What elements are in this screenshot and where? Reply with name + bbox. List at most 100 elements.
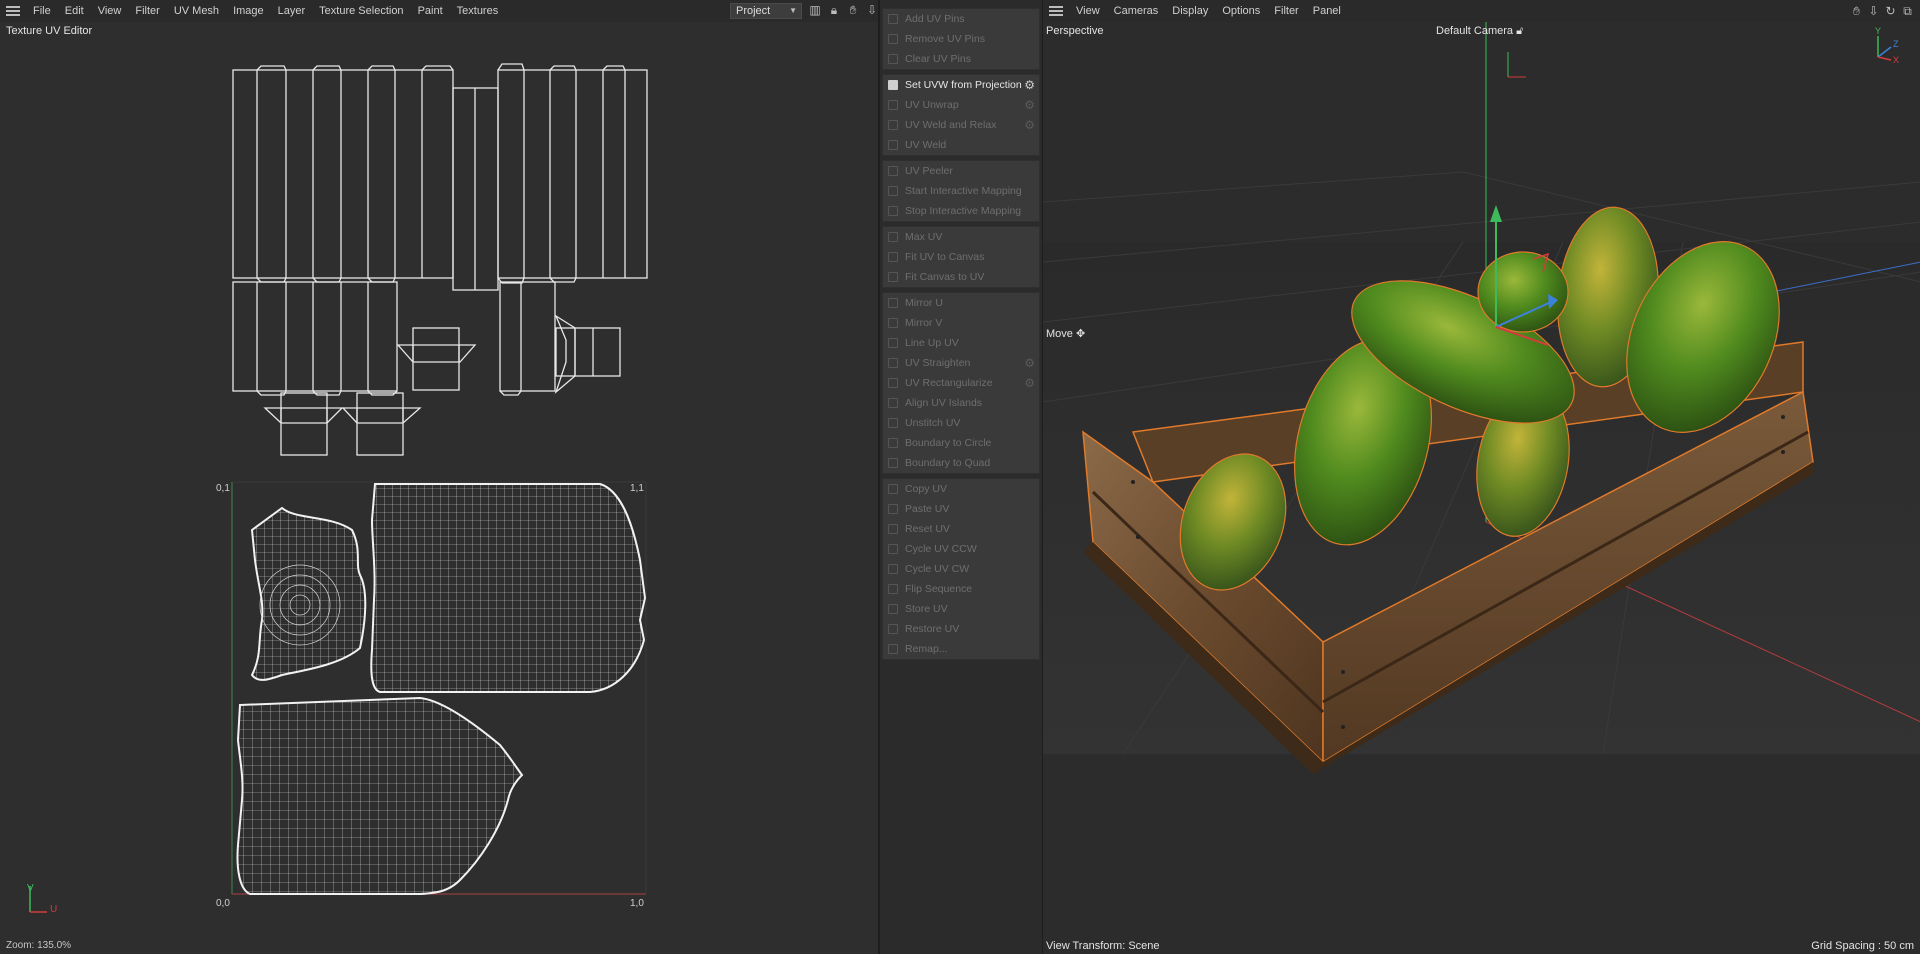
command-start-interactive-mapping-button[interactable]: Start Interactive Mapping [883, 181, 1039, 201]
command-label: Add UV Pins [905, 13, 965, 25]
command-uv-rectangularize-button[interactable]: UV Rectangularize ⚙ [883, 373, 1039, 393]
command-group: Max UV Fit UV to Canvas Fit Canvas to UV [882, 226, 1040, 288]
command-copy-uv-button[interactable]: Copy UV [883, 479, 1039, 499]
panel-divider[interactable] [878, 0, 880, 954]
uv-editor-panel: File Edit View Filter UV Mesh Image Laye… [0, 0, 880, 954]
command-uv-weld-button[interactable]: UV Weld [883, 135, 1039, 155]
command-label: Store UV [905, 603, 948, 615]
command-boundary-to-quad-button[interactable]: Boundary to Quad [883, 453, 1039, 473]
command-label: UV Peeler [905, 165, 953, 177]
uv-commands-panel: Add UV Pins Remove UV Pins Clear UV Pins Se… [882, 8, 1040, 664]
command-stop-interactive-mapping-button[interactable]: Stop Interactive Mapping [883, 201, 1039, 221]
command-mirror-u-button[interactable]: Mirror U [883, 293, 1039, 313]
quad-icon [888, 458, 898, 468]
command-label: Line Up UV [905, 337, 959, 349]
command-uv-straighten-button[interactable]: UV Straighten ⚙ [883, 353, 1039, 373]
command-remove-uv-pins-button[interactable]: Remove UV Pins [883, 29, 1039, 49]
command-label: Copy UV [905, 483, 948, 495]
projection-icon [888, 80, 898, 90]
command-fit-canvas-to-uv-button[interactable]: Fit Canvas to UV [883, 267, 1039, 287]
view-transform: View Transform: Scene [1046, 940, 1160, 952]
menu-cameras[interactable]: Cameras [1107, 0, 1166, 22]
command-clear-uv-pins-button[interactable]: Clear UV Pins [883, 49, 1039, 69]
command-line-up-uv-button[interactable]: Line Up UV [883, 333, 1039, 353]
command-remap-button[interactable]: Remap... [883, 639, 1039, 659]
straighten-icon [888, 358, 898, 368]
3d-scene[interactable]: Y Z X [1043, 22, 1920, 954]
view-name[interactable]: Perspective [1046, 25, 1103, 37]
peeler-icon [888, 166, 898, 176]
command-label: Start Interactive Mapping [905, 185, 1022, 197]
pin-remove-icon [888, 34, 898, 44]
gear-icon[interactable]: ⚙ [1024, 95, 1035, 115]
papaya-uv-islands [236, 483, 647, 895]
rotate-icon[interactable]: ↻ [1884, 4, 1897, 18]
gear-icon[interactable]: ⚙ [1024, 373, 1035, 393]
paste-icon [888, 504, 898, 514]
command-uv-peeler-button[interactable]: UV Peeler [883, 161, 1039, 181]
circle-icon [888, 438, 898, 448]
command-fit-uv-to-canvas-button[interactable]: Fit UV to Canvas [883, 247, 1039, 267]
hamburger-menu-icon[interactable] [1049, 6, 1063, 16]
command-flip-sequence-button[interactable]: Flip Sequence [883, 579, 1039, 599]
command-label: Fit UV to Canvas [905, 251, 985, 263]
corner-label-top-left: 0,1 [216, 483, 230, 494]
command-unstitch-uv-button[interactable]: Unstitch UV [883, 413, 1039, 433]
command-cycle-uv-ccw-button[interactable]: Cycle UV CCW [883, 539, 1039, 559]
command-label: Set UVW from Projection [905, 79, 1022, 91]
command-add-uv-pins-button[interactable]: Add UV Pins [883, 9, 1039, 29]
command-cycle-uv-cw-button[interactable]: Cycle UV CW [883, 559, 1039, 579]
command-reset-uv-button[interactable]: Reset UV [883, 519, 1039, 539]
unstitch-icon [888, 418, 898, 428]
hand-icon[interactable]: ✋︎ [1850, 4, 1863, 18]
ccw-icon [888, 544, 898, 554]
camera-name[interactable]: Default Camera 🔓︎ [1436, 25, 1523, 38]
menu-view[interactable]: View [1069, 0, 1107, 22]
uv-axis-gizmo: V U [27, 883, 57, 915]
tool-name: Move ✥ [1046, 327, 1085, 340]
command-store-uv-button[interactable]: Store UV [883, 599, 1039, 619]
camera-axis-hint [1507, 52, 1526, 78]
command-paste-uv-button[interactable]: Paste UV [883, 499, 1039, 519]
command-boundary-to-circle-button[interactable]: Boundary to Circle [883, 433, 1039, 453]
uv-canvas[interactable]: 0,1 1,1 0,0 1,0 V U [0, 0, 878, 954]
command-label: Max UV [905, 231, 943, 243]
menu-options[interactable]: Options [1215, 0, 1267, 22]
command-mirror-v-button[interactable]: Mirror V [883, 313, 1039, 333]
tool-name-text: Move [1046, 328, 1073, 340]
pin-icon[interactable]: ⇩ [1867, 4, 1880, 18]
command-label: Flip Sequence [905, 583, 973, 595]
move-icon: ✥ [1075, 328, 1086, 340]
unwrap-icon [888, 100, 898, 110]
command-label: Mirror U [905, 297, 943, 309]
command-set-uvw-from-projection-button[interactable]: Set UVW from Projection ⚙ [883, 75, 1039, 95]
menu-panel[interactable]: Panel [1306, 0, 1348, 22]
gear-icon[interactable]: ⚙ [1024, 75, 1035, 95]
max-icon [888, 232, 898, 242]
fit-icon [888, 252, 898, 262]
command-align-uv-islands-button[interactable]: Align UV Islands [883, 393, 1039, 413]
command-label: UV Straighten [905, 357, 971, 369]
weld-icon [888, 140, 898, 150]
command-label: Stop Interactive Mapping [905, 205, 1022, 217]
command-label: Align UV Islands [905, 397, 983, 409]
command-restore-uv-button[interactable]: Restore UV [883, 619, 1039, 639]
command-label: UV Unwrap [905, 99, 959, 111]
view-axis-x-label: X [1893, 55, 1899, 65]
camera-lock-icon[interactable]: 🔓︎ [1516, 25, 1523, 37]
mirror-v-icon [888, 318, 898, 328]
relax-icon [888, 120, 898, 130]
command-uv-weld-and-relax-button[interactable]: UV Weld and Relax ⚙ [883, 115, 1039, 135]
remap-icon [888, 644, 898, 654]
menu-filter[interactable]: Filter [1267, 0, 1305, 22]
menu-display[interactable]: Display [1165, 0, 1215, 22]
command-max-uv-button[interactable]: Max UV [883, 227, 1039, 247]
maximize-icon[interactable]: ⧉ [1901, 4, 1914, 18]
clear-icon [888, 54, 898, 64]
gear-icon[interactable]: ⚙ [1024, 115, 1035, 135]
camera-name-text: Default Camera [1436, 25, 1514, 37]
fit-canvas-icon [888, 272, 898, 282]
command-uv-unwrap-button[interactable]: UV Unwrap ⚙ [883, 95, 1039, 115]
gear-icon[interactable]: ⚙ [1024, 353, 1035, 373]
command-label: Restore UV [905, 623, 960, 635]
